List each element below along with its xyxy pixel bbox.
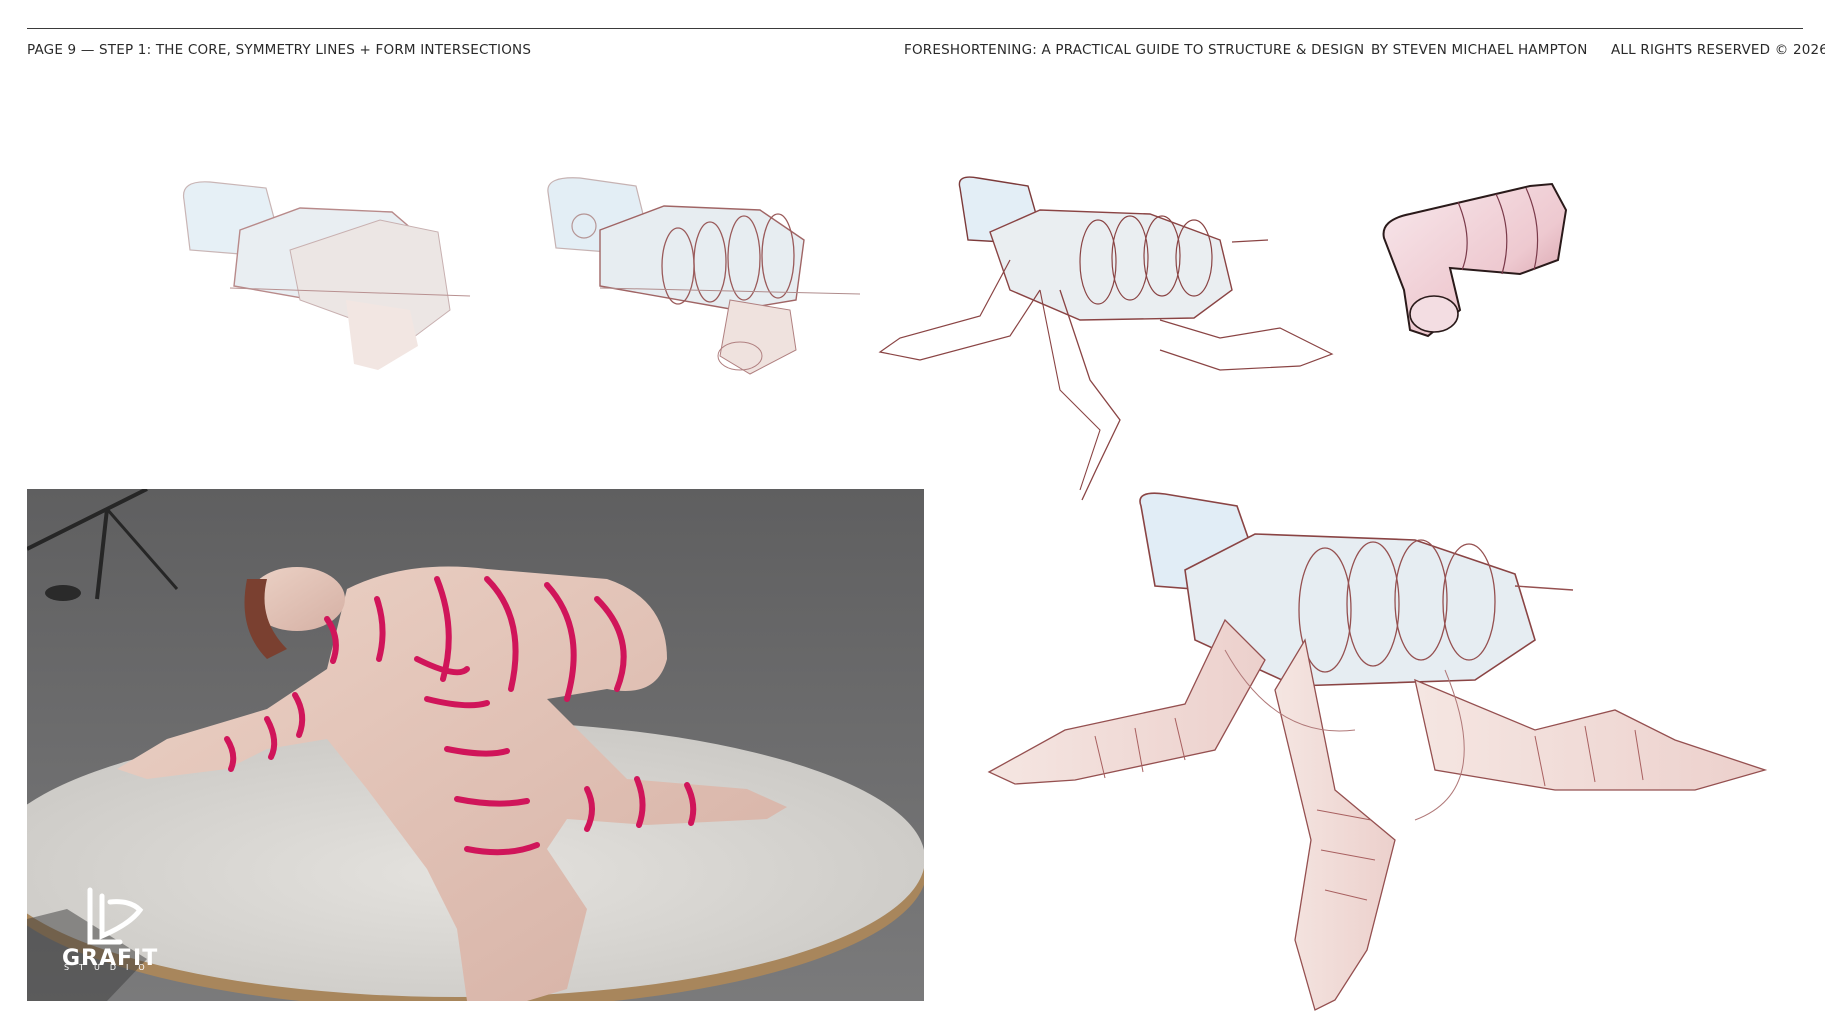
- sketch-final-figure: [987, 492, 1768, 1011]
- book-title: FORESHORTENING: A PRACTICAL GUIDE TO STR…: [904, 42, 1365, 58]
- page-step-label: PAGE 9 — STEP 1: THE CORE, SYMMETRY LINE…: [27, 42, 532, 58]
- logo-subtext: STUDIO: [64, 963, 155, 972]
- copyright-notice: ALL RIGHTS RESERVED © 2026: [1611, 42, 1825, 58]
- author-credit: BY STEVEN MICHAEL HAMPTON: [1371, 42, 1588, 58]
- sketch-stage-4-shaded-form: [1382, 182, 1568, 338]
- sketch-stage-3-figure-lines: [878, 176, 1334, 501]
- header-rule: [27, 28, 1803, 29]
- sketch-stage-1-core-boxes: [182, 181, 471, 370]
- sketch-stage-2-rings: [547, 177, 861, 375]
